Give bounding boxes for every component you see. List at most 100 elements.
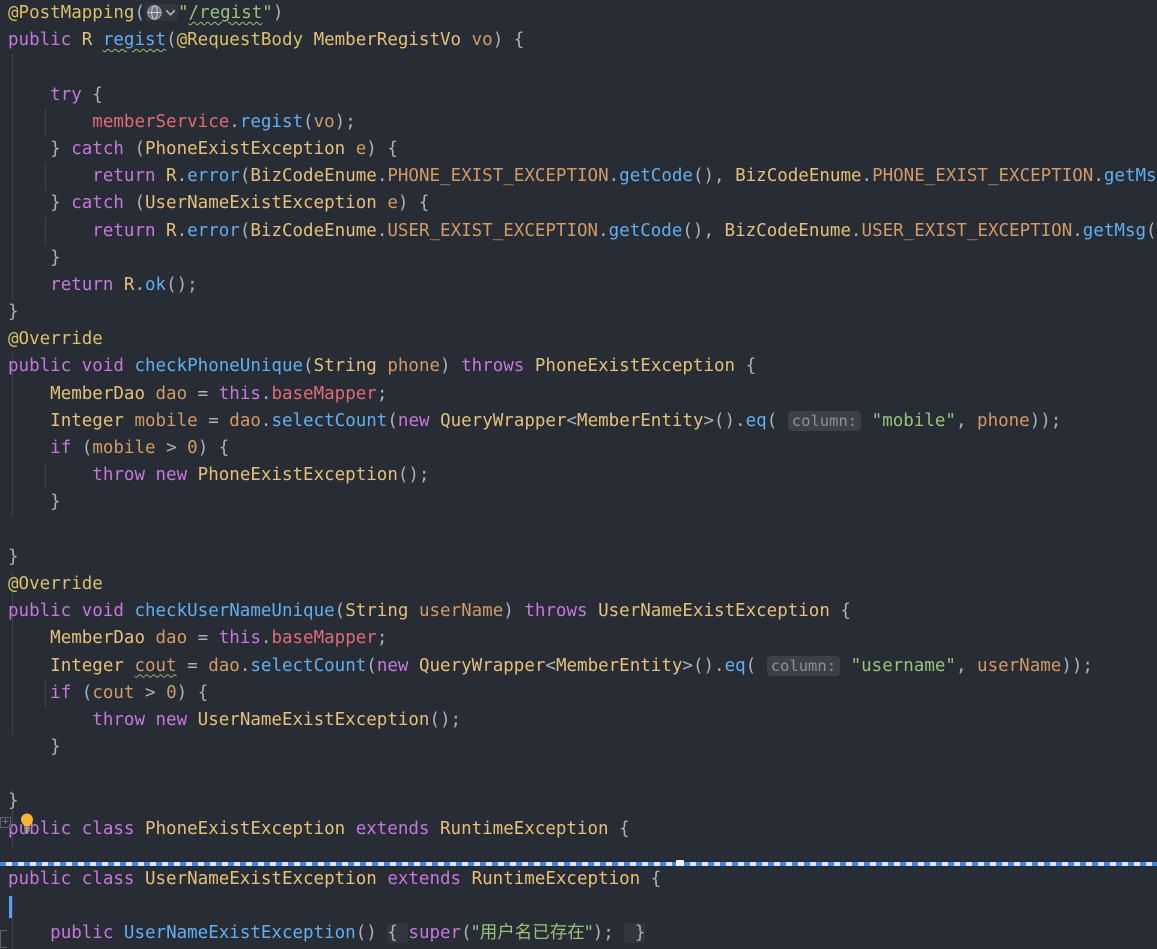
code-line[interactable]: }	[0, 788, 1157, 815]
code-token: (	[366, 655, 377, 676]
code-line[interactable]: @Override	[0, 571, 1157, 598]
code-line[interactable]: throw new UserNameExistException();	[0, 707, 1157, 734]
code-token: =	[197, 628, 219, 649]
code-token: "	[262, 3, 273, 23]
code-lines-bottom[interactable]: public class UserNameExistException exte…	[0, 866, 1157, 948]
code-line[interactable]: Integer cout = dao.selectCount(new Query…	[0, 653, 1157, 680]
code-line[interactable]: }	[0, 734, 1157, 761]
inlay-parameter-hint[interactable]: column:	[787, 410, 862, 431]
code-token: PhoneExistException	[197, 465, 398, 486]
code-line[interactable]: public UserNameExistException() { super(…	[0, 920, 1157, 947]
code-line[interactable]: @PostMapping("/regist")	[0, 0, 1157, 27]
inline-body-open-brace[interactable]: {	[387, 923, 409, 944]
inlay-parameter-hint[interactable]: column:	[766, 655, 841, 676]
code-editor[interactable]: @PostMapping("/regist") public R regist(@…	[0, 0, 1157, 949]
code-line[interactable]	[0, 54, 1157, 81]
code-line[interactable]: } catch (UserNameExistException e) {	[0, 190, 1157, 217]
code-token: }	[8, 791, 19, 812]
code-line[interactable]: }	[0, 489, 1157, 516]
code-token: (	[71, 438, 93, 458]
code-line[interactable]: }	[0, 544, 1157, 571]
code-line[interactable]	[0, 893, 1157, 920]
code-line[interactable]: Integer mobile = dao.selectCount(new Que…	[0, 408, 1157, 435]
code-token: new	[155, 465, 198, 486]
code-token: if	[50, 682, 72, 703]
fold-expand-icon[interactable]: +	[0, 817, 11, 828]
code-token: ();	[429, 709, 462, 730]
code-line[interactable]	[0, 761, 1157, 788]
code-line[interactable]: @Override	[0, 326, 1157, 353]
code-token: >().	[703, 410, 746, 431]
code-line[interactable]: }	[0, 245, 1157, 272]
web-mapping-gutter-chip[interactable]	[144, 4, 178, 21]
code-line[interactable]: throw new PhoneExistException();	[0, 462, 1157, 489]
code-lines-top[interactable]: @PostMapping("/regist") public R regist(@…	[0, 0, 1157, 862]
code-line[interactable]	[0, 843, 1157, 862]
code-line[interactable]: return R.ok();	[0, 272, 1157, 299]
code-line[interactable]: return R.error(BizCodeEnume.PHONE_EXIST_…	[0, 163, 1157, 190]
code-token: class	[81, 869, 145, 889]
code-line[interactable]: public void checkUserNameUnique(String u…	[0, 598, 1157, 625]
code-token: checkUserNameUnique	[134, 601, 335, 622]
code-token: (	[123, 138, 145, 159]
code-line[interactable]: try {	[0, 82, 1157, 109]
code-line[interactable]: memberService.regist(vo);	[0, 109, 1157, 136]
code-token: BizCodeEnume	[724, 220, 851, 241]
code-token: mobile	[92, 438, 156, 458]
code-token: ;	[376, 628, 388, 649]
code-token: return	[92, 166, 156, 187]
code-token: RuntimeException	[440, 818, 609, 839]
code-line[interactable]: public R regist(@RequestBody MemberRegis…	[0, 27, 1157, 54]
code-token: ());	[1146, 220, 1157, 241]
code-line[interactable]: MemberDao dao = this.baseMapper;	[0, 381, 1157, 408]
code-token: .	[176, 220, 188, 241]
code-token: extends	[387, 869, 472, 889]
code-line[interactable]: public class PhoneExistException extends…	[0, 816, 1157, 843]
code-token: .	[260, 628, 272, 649]
code-line[interactable]: MemberDao dao = this.baseMapper;	[0, 625, 1157, 652]
code-token: (),	[682, 220, 725, 241]
code-line[interactable]: if (mobile > 0) {	[0, 435, 1157, 462]
code-line[interactable]: } catch (PhoneExistException e) {	[0, 136, 1157, 163]
empty-line	[8, 846, 19, 862]
inline-body-close-brace[interactable]: }	[624, 923, 646, 944]
code-token: (	[461, 923, 472, 944]
code-line[interactable]: return R.error(BizCodeEnume.USER_EXIST_E…	[0, 218, 1157, 245]
code-token: throws	[524, 601, 599, 622]
editor-pane-bottom[interactable]: public class UserNameExistException exte…	[0, 866, 1157, 949]
code-token: (	[745, 655, 767, 676]
code-token: eq	[745, 410, 767, 431]
code-token: {	[735, 356, 757, 377]
code-token: ok	[145, 274, 167, 295]
code-token: getCode	[619, 166, 693, 187]
code-token: checkPhoneUnique	[134, 356, 304, 377]
code-token: R	[81, 30, 103, 51]
code-token: phone	[387, 356, 441, 377]
code-line[interactable]: public void checkPhoneUnique(String phon…	[0, 353, 1157, 380]
code-token: UserNameExistException	[144, 869, 388, 889]
empty-line	[8, 520, 19, 540]
code-token: String	[313, 356, 388, 377]
code-token: ) {	[366, 138, 398, 159]
lightbulb-icon[interactable]	[18, 812, 36, 834]
code-line[interactable]: if (cout > 0) {	[0, 680, 1157, 707]
fold-bracket-icon[interactable]	[0, 930, 7, 948]
code-token: phone	[977, 410, 1030, 431]
code-token: 0	[166, 682, 177, 703]
editor-pane-top[interactable]: @PostMapping("/regist") public R regist(@…	[0, 0, 1157, 862]
code-line[interactable]: public class UserNameExistException exte…	[0, 866, 1157, 893]
code-token: e	[345, 138, 367, 159]
code-token: ,	[955, 410, 978, 431]
code-token: QueryWrapper	[440, 410, 567, 431]
code-token: .	[598, 220, 609, 241]
code-token: throw	[92, 709, 156, 730]
code-token: .	[850, 220, 862, 241]
code-token: }	[8, 302, 19, 323]
code-line[interactable]: }	[0, 299, 1157, 326]
code-token: (	[303, 111, 314, 132]
code-token: BizCodeEnume	[735, 166, 862, 187]
code-line[interactable]	[0, 517, 1157, 544]
